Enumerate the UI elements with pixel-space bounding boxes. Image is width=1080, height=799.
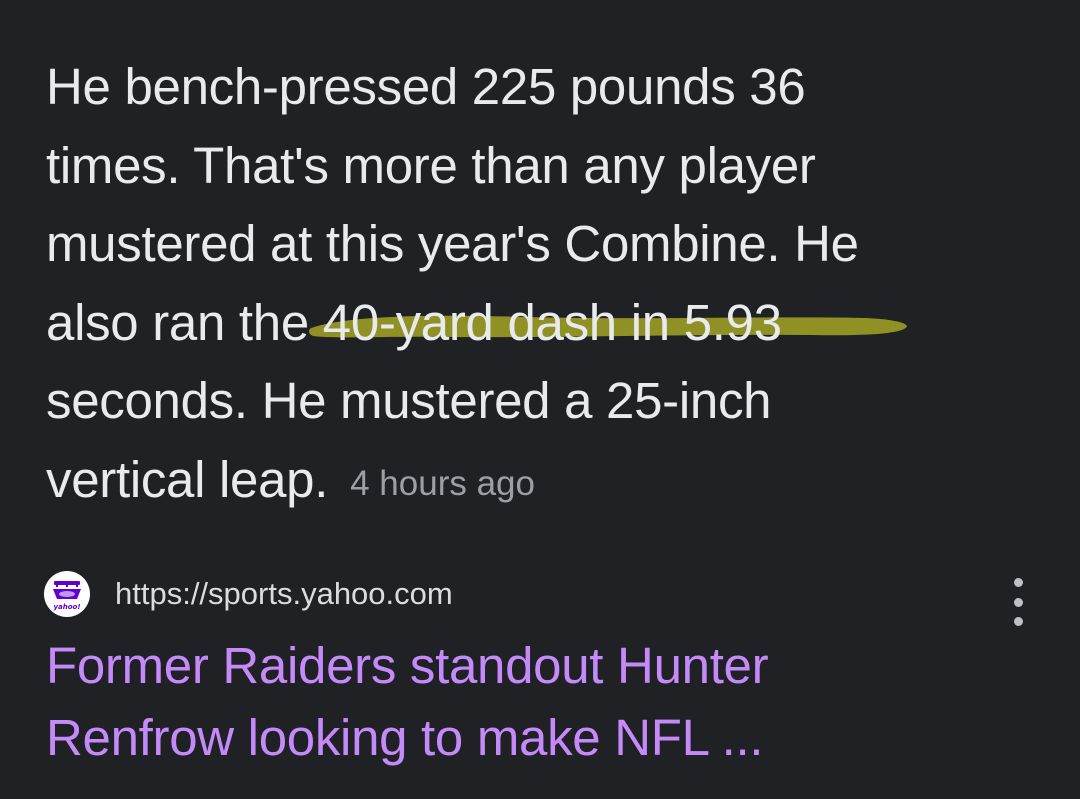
result-source[interactable]: yahoo! https://sports.yahoo.com (44, 571, 453, 617)
result-title-line-2[interactable]: Renfrow looking to make NFL ... (46, 702, 1046, 774)
more-options-dot (1013, 578, 1023, 587)
yahoo-sports-logo-icon: yahoo! (44, 571, 90, 617)
snippet-line-5: seconds. He mustered a 25-inch (46, 372, 772, 429)
snippet-line-4-prefix: also ran the (46, 293, 323, 351)
result-snippet: He bench-pressed 225 pounds 36 times. Th… (46, 48, 1046, 523)
more-options-button[interactable] (996, 578, 1040, 626)
source-url[interactable]: https://sports.yahoo.com (115, 576, 453, 612)
favicon-wordmark: yahoo! (53, 603, 80, 611)
snippet-line-2: times. That's more than any player (46, 136, 816, 194)
snippet-line-4: also ran the 40-yard dash in 5.93 (46, 284, 1046, 363)
highlighted-text: 40-yard dash in 5.93 (322, 293, 782, 351)
snippet-line-6-text: vertical leap. (46, 450, 329, 508)
result-title-line-1[interactable]: Former Raiders standout Hunter (46, 630, 1046, 702)
more-options-dot (1013, 597, 1023, 607)
snippet-line-3: mustered at this year's Combine. He (46, 215, 859, 272)
snippet-line-1: He bench-pressed 225 pounds 36 (46, 58, 806, 115)
timestamp: 4 hours ago (350, 463, 535, 503)
more-options-dot (1013, 617, 1023, 626)
snippet-line-6: vertical leap. 4 hours ago (46, 441, 1046, 524)
result-title-link[interactable]: Former Raiders standout Hunter Renfrow l… (46, 630, 1046, 774)
